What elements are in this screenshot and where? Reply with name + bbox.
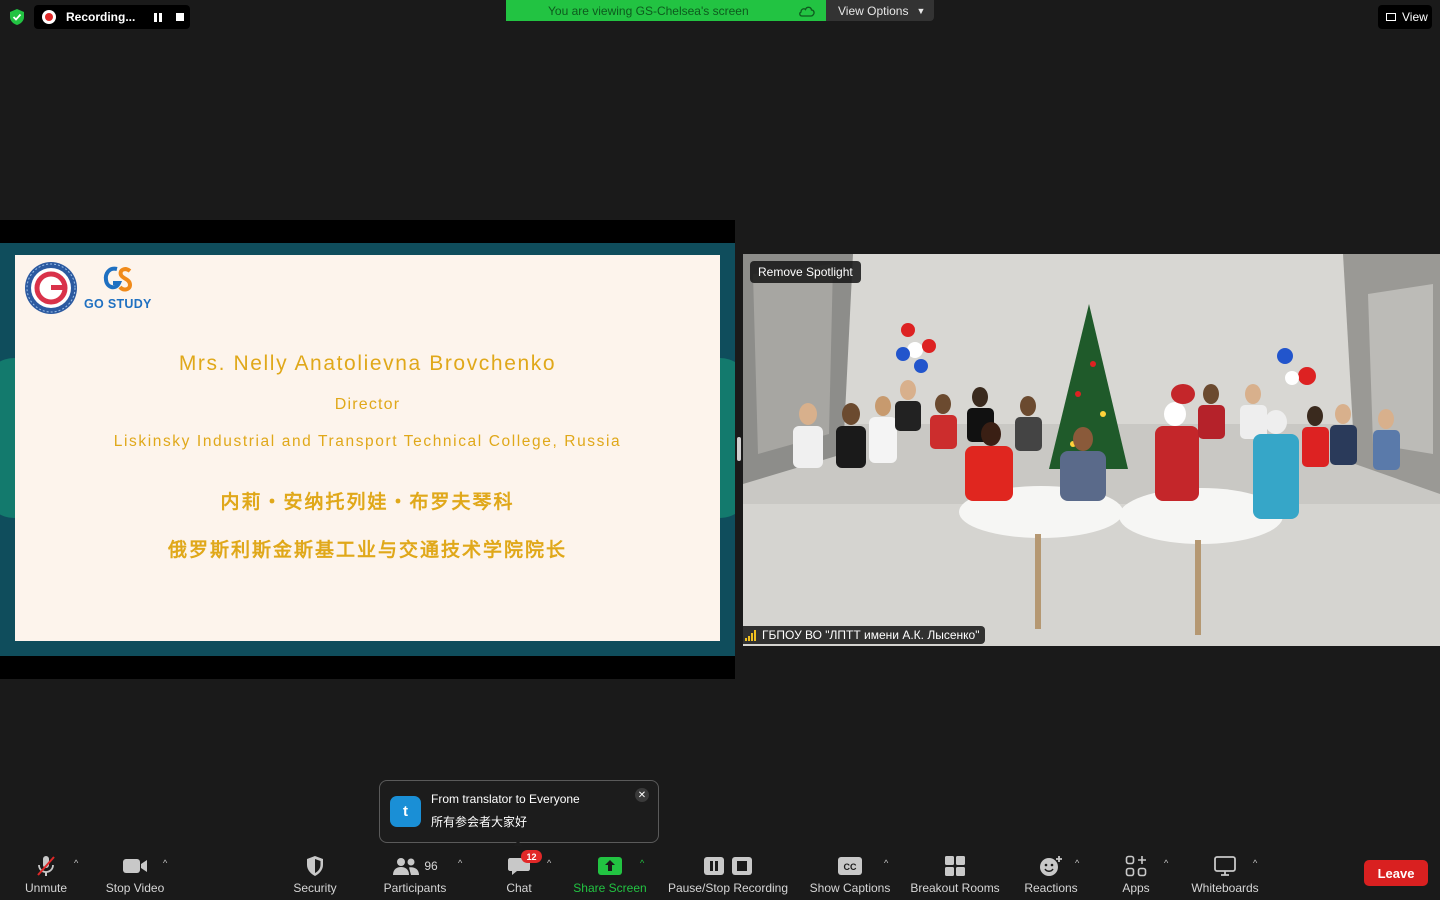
slide-frame: GO STUDY Mrs. Nelly Anatolievna Brovchen…: [0, 243, 735, 656]
share-options-chevron-icon[interactable]: ^: [640, 858, 644, 868]
security-shield-icon: [307, 856, 323, 876]
remove-spotlight-button[interactable]: Remove Spotlight: [750, 261, 861, 283]
view-layout-icon: [1386, 13, 1396, 21]
breakout-rooms-button[interactable]: Breakout Rooms: [906, 846, 1004, 900]
reactions-options-chevron-icon[interactable]: ^: [1075, 858, 1079, 868]
view-options-label: View Options: [838, 3, 909, 18]
smiley-reaction-icon: [1040, 856, 1062, 876]
pause-recording-icon: [704, 857, 724, 875]
participants-label: Participants: [383, 881, 447, 895]
svg-text:CC: CC: [844, 862, 857, 872]
recording-label: Recording...: [66, 10, 136, 24]
show-captions-label: Show Captions: [809, 881, 891, 895]
zoom-meeting-window: Recording... You are viewing GS-Chelsea'…: [0, 0, 1440, 900]
chat-button[interactable]: 12 Chat: [498, 846, 542, 900]
meeting-controls-toolbar: Unmute ^ Stop Video ^ Security 96 Partic…: [0, 846, 1440, 900]
video-options-chevron-icon[interactable]: ^: [163, 858, 167, 868]
participant-name-tag: ГБПОУ ВО "ЛПТТ имени А.К. Лысенко": [743, 626, 986, 644]
participant-video-feed: [743, 254, 1440, 646]
apps-button[interactable]: Apps: [1116, 846, 1156, 900]
breakout-rooms-label: Breakout Rooms: [910, 881, 1000, 895]
stop-video-button[interactable]: Stop Video: [100, 846, 170, 900]
video-camera-icon: [123, 859, 147, 873]
share-screen-label: Share Screen: [573, 881, 647, 895]
college-seal-logo-icon: [25, 262, 77, 314]
security-label: Security: [293, 881, 337, 895]
share-screen-button[interactable]: Share Screen: [568, 846, 652, 900]
apps-options-chevron-icon[interactable]: ^: [1164, 858, 1168, 868]
pause-recording-icon[interactable]: [154, 12, 162, 22]
chat-unread-badge: 12: [521, 850, 542, 863]
slide-name-cn: 内莉・安纳托列娃・布罗夫琴科: [220, 492, 515, 513]
go-study-logo-text: GO STUDY: [84, 297, 152, 311]
slide-title-cn: 俄罗斯利斯金斯基工业与交通技术学院院长: [167, 540, 567, 561]
whiteboard-icon: [1214, 856, 1236, 876]
chat-notification-toast[interactable]: t From translator to Everyone 所有参会者大家好 ✕: [379, 780, 659, 856]
stop-recording-icon[interactable]: [176, 13, 184, 21]
participants-options-chevron-icon[interactable]: ^: [458, 858, 462, 868]
participants-count: 96: [424, 859, 438, 873]
viewing-screen-banner: You are viewing GS-Chelsea's screen: [506, 0, 826, 21]
recording-dot-icon: [42, 10, 56, 24]
apps-label: Apps: [1122, 881, 1150, 895]
chat-message-text: 所有参会者大家好: [431, 815, 528, 829]
go-study-mark-icon: [103, 266, 133, 292]
encryption-shield-icon[interactable]: [8, 8, 26, 26]
stop-recording-icon: [732, 857, 752, 875]
participants-button[interactable]: 96 Participants: [378, 846, 452, 900]
whiteboards-options-chevron-icon[interactable]: ^: [1253, 858, 1257, 868]
close-icon[interactable]: ✕: [635, 788, 649, 802]
participants-icon: [393, 858, 420, 875]
whiteboards-button[interactable]: Whiteboards: [1186, 846, 1264, 900]
presentation-slide: GO STUDY Mrs. Nelly Anatolievna Brovchen…: [15, 255, 720, 641]
slide-name-en: Mrs. Nelly Anatolievna Brovchenko: [178, 352, 557, 375]
slide-title-en: Director: [334, 396, 401, 413]
pause-stop-recording-button[interactable]: Pause/Stop Recording: [663, 846, 793, 900]
share-screen-icon: [598, 857, 622, 875]
leave-meeting-button[interactable]: Leave: [1364, 860, 1428, 886]
view-layout-button[interactable]: View: [1378, 5, 1432, 29]
chat-options-chevron-icon[interactable]: ^: [547, 858, 551, 868]
breakout-rooms-icon: [945, 856, 965, 876]
recording-indicator: Recording...: [34, 5, 190, 29]
panel-resize-handle[interactable]: [737, 437, 741, 461]
security-button[interactable]: Security: [286, 846, 344, 900]
spotlight-video-tile: Remove Spotlight ГБПОУ ВО "ЛПТТ имени А.…: [743, 254, 1440, 646]
viewing-screen-text: You are viewing GS-Chelsea's screen: [548, 3, 749, 18]
slide-college-en: Liskinsky Industrial and Transport Techn…: [113, 433, 622, 450]
pause-stop-recording-label: Pause/Stop Recording: [667, 881, 789, 895]
unmute-button[interactable]: Unmute: [18, 846, 74, 900]
stop-video-label: Stop Video: [105, 881, 165, 895]
shared-screen: GO STUDY Mrs. Nelly Anatolievna Brovchen…: [0, 220, 735, 679]
view-label: View: [1402, 10, 1428, 24]
whiteboards-label: Whiteboards: [1191, 881, 1259, 895]
view-options-dropdown[interactable]: View Options ▼: [826, 0, 934, 21]
reactions-label: Reactions: [1024, 881, 1078, 895]
connection-signal-icon: [745, 629, 756, 641]
muted-microphone-icon: [37, 856, 55, 876]
chat-label: Chat: [506, 881, 532, 895]
chevron-down-icon: ▼: [916, 5, 926, 16]
captions-options-chevron-icon[interactable]: ^: [884, 858, 888, 868]
sender-avatar: t: [390, 796, 421, 827]
apps-icon: [1125, 855, 1147, 877]
audio-options-chevron-icon[interactable]: ^: [74, 858, 78, 868]
chat-sender-line: From translator to Everyone: [431, 792, 580, 806]
unmute-label: Unmute: [24, 881, 68, 895]
participant-name: ГБПОУ ВО "ЛПТТ имени А.К. Лысенко": [762, 628, 980, 642]
show-captions-button[interactable]: CC Show Captions: [806, 846, 894, 900]
cloud-icon[interactable]: [798, 5, 816, 17]
reactions-button[interactable]: Reactions: [1020, 846, 1082, 900]
closed-captions-icon: CC: [838, 857, 862, 875]
